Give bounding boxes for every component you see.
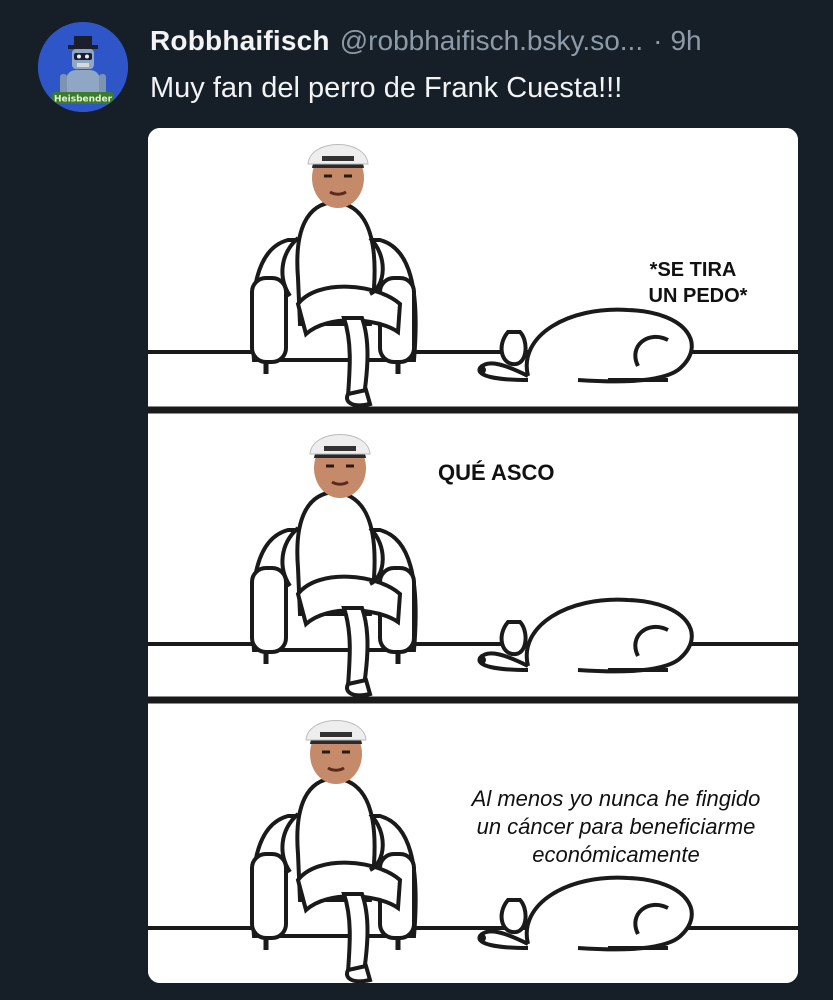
separator-dot: · — [653, 25, 663, 56]
avatar-label: Heisbender — [54, 95, 113, 105]
post-card[interactable]: Heisbender Robbhaifisch @robbhaifisch.bs… — [0, 0, 833, 1000]
display-name[interactable]: Robbhaifisch — [150, 24, 330, 58]
panel-1-caption-line-1: *SE TIRA — [650, 259, 737, 281]
meme-panel-2: QUÉ ASCO — [148, 414, 798, 696]
meme-panel-1: *SE TIRA UN PEDO* — [148, 128, 798, 406]
panel-3-caption-line-1: Al menos yo nunca he fingido — [470, 786, 761, 811]
handle[interactable]: @robbhaifisch.bsky.so... — [340, 24, 643, 58]
panel-3-caption-line-2: un cáncer para beneficiarme — [477, 814, 756, 839]
post-text: Muy fan del perro de Frank Cuesta!!! — [150, 72, 623, 104]
panel-1-caption-line-2: UN PEDO* — [649, 285, 748, 307]
avatar-robot-icon: Heisbender — [38, 22, 128, 112]
meme-panel-3: Al menos yo nunca he fingido un cáncer p… — [148, 704, 798, 983]
avatar[interactable]: Heisbender — [38, 22, 128, 112]
meme-image[interactable]: *SE TIRA UN PEDO* QUÉ ASCO Al menos yo n… — [148, 128, 798, 983]
timestamp[interactable]: 9h — [670, 24, 701, 58]
post-header: Robbhaifisch @robbhaifisch.bsky.so... · … — [150, 24, 813, 58]
panel-2-caption: QUÉ ASCO — [438, 460, 555, 485]
panel-3-caption-line-3: económicamente — [532, 842, 700, 867]
